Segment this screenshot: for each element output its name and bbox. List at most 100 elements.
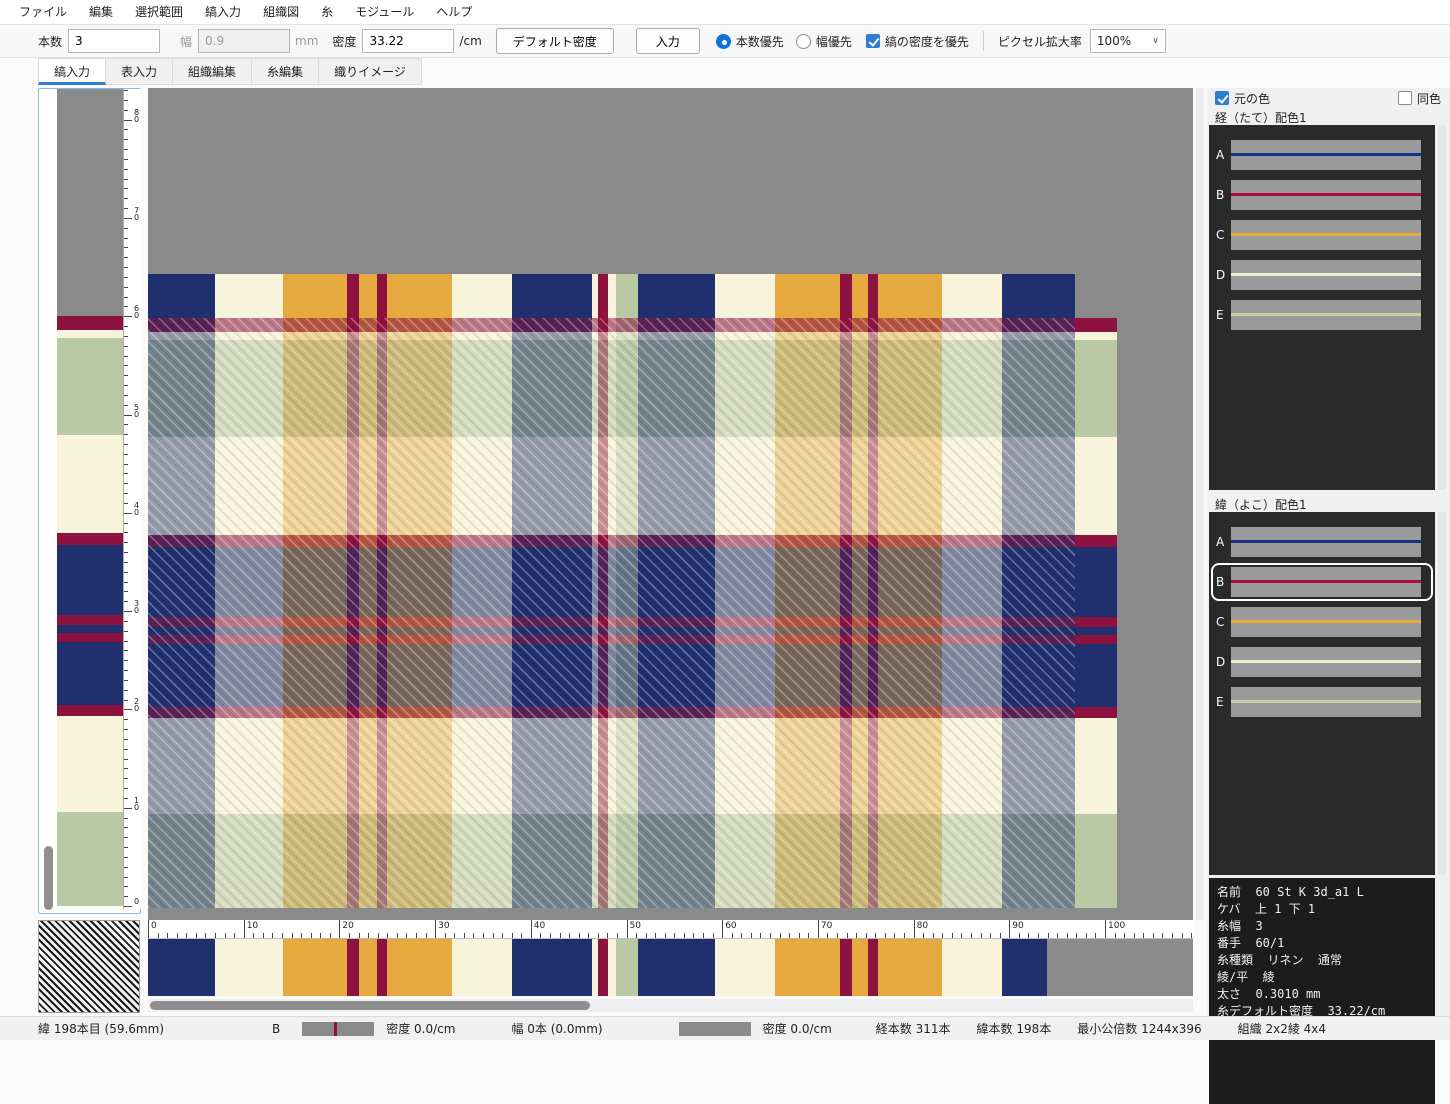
- weft-scrollbar-handle[interactable]: [44, 846, 53, 910]
- stripe-crimson[interactable]: [1075, 535, 1117, 547]
- menu-item-縞入力[interactable]: 縞入力: [194, 0, 252, 24]
- stripe-cream[interactable]: [715, 274, 775, 318]
- stripe-navy[interactable]: [57, 642, 123, 705]
- stripe-cream[interactable]: [608, 274, 616, 318]
- thread-row-D[interactable]: D: [1216, 642, 1435, 682]
- stripe-cream[interactable]: [57, 435, 123, 533]
- menu-item-編集[interactable]: 編集: [78, 0, 124, 24]
- density-input[interactable]: [362, 29, 454, 53]
- stripe-navy[interactable]: [1002, 939, 1047, 996]
- stripe-gold[interactable]: [359, 939, 377, 996]
- stripe-cream[interactable]: [57, 716, 123, 812]
- stripe-cream[interactable]: [1075, 332, 1117, 340]
- thread-row-A[interactable]: A: [1216, 135, 1435, 175]
- thread-row-B[interactable]: B: [1216, 175, 1435, 215]
- warp-scrollbar-track[interactable]: [148, 999, 1193, 1012]
- tab-組織編集[interactable]: 組織編集: [173, 58, 252, 85]
- stripe-gold[interactable]: [852, 274, 868, 318]
- stripe-navy[interactable]: [638, 939, 715, 996]
- thread-row-B[interactable]: B: [1216, 562, 1435, 602]
- stripe-cream[interactable]: [942, 939, 1002, 996]
- stripe-density-checkbox[interactable]: 縞の密度を優先: [866, 33, 969, 50]
- thread-row-E[interactable]: E: [1216, 295, 1435, 335]
- stripe-crimson[interactable]: [868, 939, 878, 996]
- stripe-crimson[interactable]: [57, 705, 123, 716]
- warp-list-scrollbar[interactable]: [1438, 125, 1446, 490]
- stripe-green[interactable]: [1075, 340, 1117, 437]
- stripe-navy[interactable]: [1075, 644, 1117, 707]
- weft-scrollbar-track[interactable]: [42, 92, 54, 910]
- stripe-crimson[interactable]: [840, 939, 852, 996]
- thread-row-D[interactable]: D: [1216, 255, 1435, 295]
- stripe-gold[interactable]: [283, 939, 347, 996]
- stripe-navy[interactable]: [148, 274, 215, 318]
- stripe-cream[interactable]: [608, 939, 616, 996]
- stripe-cream[interactable]: [1075, 437, 1117, 535]
- stripe-navy[interactable]: [1075, 627, 1117, 635]
- stripe-navy[interactable]: [512, 274, 592, 318]
- weave-pattern-swatch[interactable]: [38, 920, 140, 1013]
- stripe-cream[interactable]: [452, 274, 512, 318]
- stripe-gold[interactable]: [775, 274, 840, 318]
- stripe-crimson[interactable]: [57, 316, 123, 330]
- original-color-checkbox[interactable]: 元の色: [1215, 90, 1270, 107]
- stripe-cream[interactable]: [57, 330, 123, 338]
- stripe-crimson[interactable]: [840, 274, 852, 318]
- weft-list-scrollbar[interactable]: [1438, 512, 1446, 875]
- tab-糸編集[interactable]: 糸編集: [252, 58, 319, 85]
- menu-item-ファイル[interactable]: ファイル: [8, 0, 78, 24]
- tab-織りイメージ[interactable]: 織りイメージ: [319, 58, 422, 85]
- menu-item-選択範囲[interactable]: 選択範囲: [124, 0, 194, 24]
- thread-row-E[interactable]: E: [1216, 682, 1435, 722]
- menu-item-モジュール[interactable]: モジュール: [344, 0, 425, 24]
- stripe-gold[interactable]: [878, 274, 942, 318]
- tab-縞入力[interactable]: 縞入力: [38, 58, 106, 85]
- stripe-green[interactable]: [616, 939, 638, 996]
- stripe-crimson[interactable]: [57, 533, 123, 545]
- stripe-crimson[interactable]: [347, 274, 359, 318]
- menu-item-ヘルプ[interactable]: ヘルプ: [425, 0, 483, 24]
- stripe-green[interactable]: [57, 812, 123, 906]
- stripe-cream[interactable]: [715, 939, 775, 996]
- stripe-crimson[interactable]: [1075, 635, 1117, 644]
- weft-stripe-panel[interactable]: 01 02 03 04 05 06 07 08 0: [38, 88, 141, 914]
- weft-stripe-bar[interactable]: [57, 89, 123, 909]
- stripe-crimson[interactable]: [1075, 318, 1117, 332]
- thread-row-C[interactable]: C: [1216, 215, 1435, 255]
- stripe-navy[interactable]: [148, 939, 215, 996]
- stripe-green[interactable]: [57, 338, 123, 435]
- width-priority-radio[interactable]: 幅優先: [796, 33, 852, 50]
- stripe-crimson[interactable]: [868, 274, 878, 318]
- stripe-crimson[interactable]: [598, 274, 608, 318]
- stripe-navy[interactable]: [1075, 547, 1117, 617]
- stripe-crimson[interactable]: [377, 274, 387, 318]
- stripe-gold[interactable]: [387, 939, 452, 996]
- stripe-cream[interactable]: [215, 274, 283, 318]
- stripe-gold[interactable]: [283, 274, 347, 318]
- stripe-crimson[interactable]: [1075, 617, 1117, 627]
- stripe-cream[interactable]: [942, 274, 1002, 318]
- warp-scrollbar-handle[interactable]: [150, 1001, 590, 1010]
- stripe-crimson[interactable]: [347, 939, 359, 996]
- stripe-cream[interactable]: [1075, 718, 1117, 814]
- stripe-crimson[interactable]: [1075, 707, 1117, 718]
- stripe-crimson[interactable]: [57, 615, 123, 625]
- stripe-gold[interactable]: [878, 939, 942, 996]
- thread-row-A[interactable]: A: [1216, 522, 1435, 562]
- stripe-navy[interactable]: [1002, 274, 1075, 318]
- stripe-gold[interactable]: [359, 274, 377, 318]
- stripe-crimson[interactable]: [598, 939, 608, 996]
- stripe-crimson[interactable]: [57, 633, 123, 642]
- count-input[interactable]: [68, 29, 160, 53]
- thread-row-C[interactable]: C: [1216, 602, 1435, 642]
- stripe-navy[interactable]: [57, 545, 123, 615]
- stripe-gold[interactable]: [852, 939, 868, 996]
- stripe-gold[interactable]: [387, 274, 452, 318]
- stripe-navy[interactable]: [638, 274, 715, 318]
- menu-item-組織図[interactable]: 組織図: [252, 0, 310, 24]
- stripe-gold[interactable]: [775, 939, 840, 996]
- stripe-green[interactable]: [1075, 814, 1117, 908]
- input-button[interactable]: 入力: [636, 28, 700, 54]
- count-priority-radio[interactable]: 本数優先: [716, 33, 784, 50]
- stripe-cream[interactable]: [452, 939, 512, 996]
